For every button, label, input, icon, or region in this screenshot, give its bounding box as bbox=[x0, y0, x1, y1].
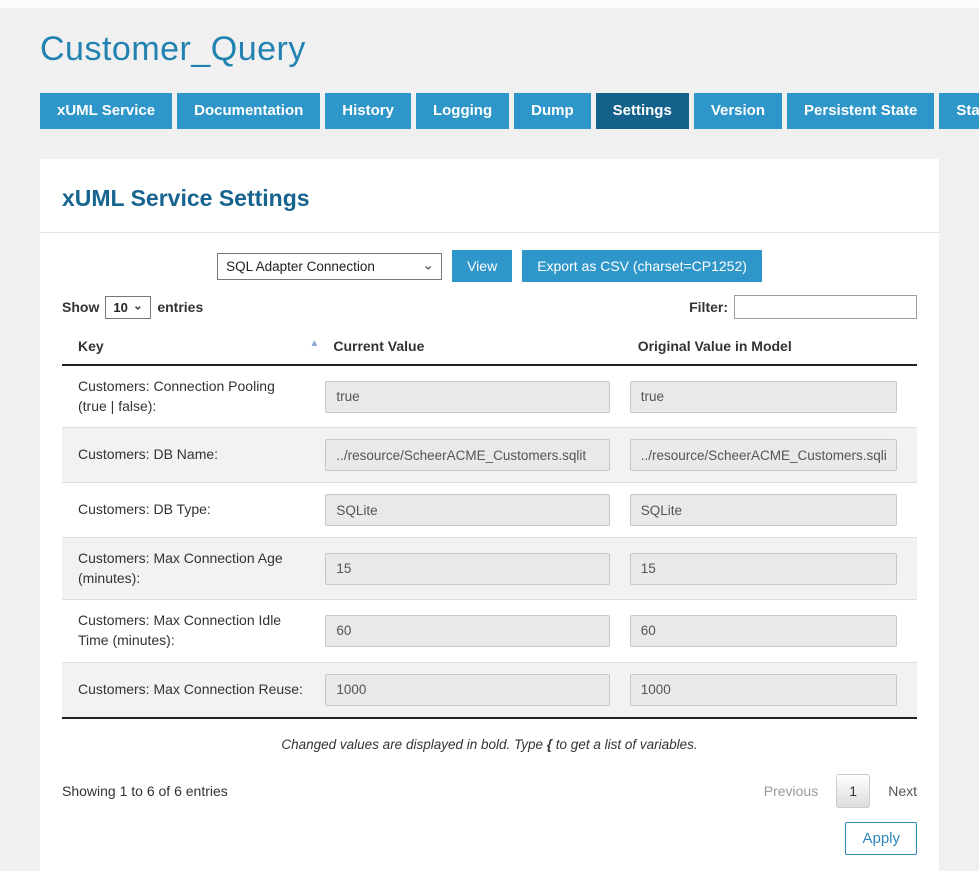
setting-key: Customers: DB Name: bbox=[62, 428, 325, 483]
top-strip bbox=[0, 0, 979, 8]
setting-key: Customers: Connection Pooling (true | fa… bbox=[62, 365, 325, 428]
table-row: Customers: Max Connection Age (minutes): bbox=[62, 538, 917, 600]
settings-table: Key ▲ Current Value Original Value in Mo… bbox=[62, 330, 917, 719]
sort-ascending-icon: ▲ bbox=[309, 338, 319, 349]
toolbar: SQL Adapter Connection ⌄ View Export as … bbox=[62, 250, 917, 282]
table-row: Customers: DB Type: bbox=[62, 483, 917, 538]
setting-key: Customers: Max Connection Reuse: bbox=[62, 662, 325, 718]
hint-note: Changed values are displayed in bold. Ty… bbox=[62, 737, 917, 752]
setting-group-select-wrap: SQL Adapter Connection ⌄ bbox=[217, 253, 442, 280]
original-value-input[interactable] bbox=[630, 439, 897, 471]
tab-history[interactable]: History bbox=[325, 93, 411, 129]
table-row: Customers: Max Connection Reuse: bbox=[62, 662, 917, 718]
current-value-input[interactable] bbox=[325, 615, 609, 647]
apply-row: Apply bbox=[62, 822, 917, 855]
column-header-key[interactable]: Key ▲ bbox=[62, 330, 325, 365]
export-csv-button[interactable]: Export as CSV (charset=CP1252) bbox=[522, 250, 762, 282]
column-header-original-value[interactable]: Original Value in Model bbox=[630, 330, 917, 365]
original-value-input[interactable] bbox=[630, 381, 897, 413]
table-footer: Showing 1 to 6 of 6 entries Previous 1 N… bbox=[62, 774, 917, 808]
page-size-select[interactable]: 10 bbox=[105, 296, 151, 319]
divider bbox=[40, 232, 939, 233]
panel-heading: xUML Service Settings bbox=[62, 185, 917, 212]
pagination-page-1[interactable]: 1 bbox=[836, 774, 870, 808]
tab-version[interactable]: Version bbox=[694, 93, 782, 129]
current-value-input[interactable] bbox=[325, 494, 609, 526]
current-value-input[interactable] bbox=[325, 439, 609, 471]
setting-key: Customers: Max Connection Idle Time (min… bbox=[62, 600, 325, 662]
tab-persistent-state[interactable]: Persistent State bbox=[787, 93, 934, 129]
column-header-current-value[interactable]: Current Value bbox=[325, 330, 629, 365]
filter-label: Filter: bbox=[689, 299, 728, 315]
table-controls: Show 10 ⌄ entries Filter: bbox=[62, 295, 917, 319]
tab-status[interactable]: Status bbox=[939, 93, 979, 129]
table-header-row: Key ▲ Current Value Original Value in Mo… bbox=[62, 330, 917, 365]
tab-xuml-service[interactable]: xUML Service bbox=[40, 93, 172, 129]
pagination-next[interactable]: Next bbox=[888, 783, 917, 799]
settings-panel: xUML Service Settings SQL Adapter Connec… bbox=[40, 159, 939, 871]
tab-settings[interactable]: Settings bbox=[596, 93, 689, 129]
table-row: Customers: Connection Pooling (true | fa… bbox=[62, 365, 917, 428]
page-container: Customer_Query xUML Service Documentatio… bbox=[0, 30, 979, 871]
original-value-input[interactable] bbox=[630, 494, 897, 526]
page-size-control: Show 10 ⌄ entries bbox=[62, 296, 203, 319]
current-value-input[interactable] bbox=[325, 674, 609, 706]
filter-input[interactable] bbox=[734, 295, 917, 319]
original-value-input[interactable] bbox=[630, 615, 897, 647]
tab-documentation[interactable]: Documentation bbox=[177, 93, 320, 129]
table-row: Customers: Max Connection Idle Time (min… bbox=[62, 600, 917, 662]
show-label: Show bbox=[62, 299, 99, 315]
entries-summary: Showing 1 to 6 of 6 entries bbox=[62, 783, 228, 799]
tab-dump[interactable]: Dump bbox=[514, 93, 591, 129]
setting-key: Customers: Max Connection Age (minutes): bbox=[62, 538, 325, 600]
table-row: Customers: DB Name: bbox=[62, 428, 917, 483]
view-button[interactable]: View bbox=[452, 250, 512, 282]
pagination: Previous 1 Next bbox=[764, 774, 917, 808]
current-value-input[interactable] bbox=[325, 381, 609, 413]
entries-label: entries bbox=[157, 299, 203, 315]
tab-logging[interactable]: Logging bbox=[416, 93, 509, 129]
current-value-input[interactable] bbox=[325, 553, 609, 585]
original-value-input[interactable] bbox=[630, 674, 897, 706]
pagination-previous[interactable]: Previous bbox=[764, 783, 818, 799]
page-size-select-wrap: 10 ⌄ bbox=[105, 296, 151, 319]
filter-control: Filter: bbox=[689, 295, 917, 319]
apply-button[interactable]: Apply bbox=[845, 822, 917, 855]
page-title: Customer_Query bbox=[40, 30, 939, 69]
setting-group-select[interactable]: SQL Adapter Connection bbox=[217, 253, 442, 280]
setting-key: Customers: DB Type: bbox=[62, 483, 325, 538]
original-value-input[interactable] bbox=[630, 553, 897, 585]
tab-bar: xUML Service Documentation History Loggi… bbox=[40, 93, 939, 129]
